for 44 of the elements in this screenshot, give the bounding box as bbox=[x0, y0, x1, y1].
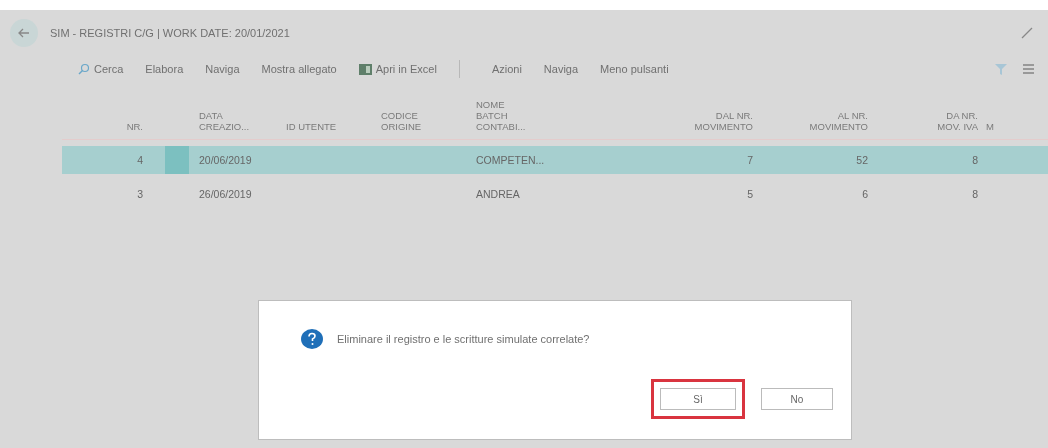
search-icon bbox=[78, 63, 90, 75]
toolbar-action[interactable]: Azioni bbox=[491, 63, 522, 75]
back-arrow-icon bbox=[18, 28, 30, 38]
back-button[interactable] bbox=[10, 19, 38, 47]
table-cell-text: ANDREA bbox=[475, 188, 521, 200]
page-title: SIM - REGISTRI C/G | WORK DATE: 20/01/2021 bbox=[50, 27, 291, 39]
table-cell-text: 8 bbox=[971, 154, 979, 166]
column-header[interactable]: CODICE ORIGINE bbox=[377, 111, 472, 133]
column-header[interactable]: NR. bbox=[62, 122, 147, 133]
dialog-button[interactable]: No bbox=[761, 388, 833, 410]
column-header[interactable]: NOME BATCH CONTABI... bbox=[472, 100, 567, 133]
toolbar-action[interactable]: Naviga bbox=[543, 63, 579, 75]
list-view-icon[interactable] bbox=[1023, 64, 1034, 74]
dialog-button[interactable]: Sì bbox=[660, 388, 736, 410]
column-header[interactable]: M bbox=[982, 122, 1040, 133]
column-header[interactable]: DATA CREAZIO... bbox=[195, 111, 282, 133]
filter-icon[interactable] bbox=[995, 63, 1007, 75]
question-icon bbox=[301, 329, 323, 349]
table-cell-text: 6 bbox=[861, 188, 869, 200]
expand-icon[interactable] bbox=[1020, 26, 1034, 40]
column-header[interactable]: DA NR. MOV. IVA bbox=[872, 111, 982, 133]
table-cell-text: 8 bbox=[971, 188, 979, 200]
table-cell-text: 20/06/2019 bbox=[198, 154, 253, 166]
column-header[interactable]: ID UTENTE bbox=[282, 122, 377, 133]
table-row[interactable]: 3 26/06/2019 ANDREA 5 6 8 bbox=[62, 180, 1048, 208]
toolbar-action[interactable]: Mostra allegato bbox=[261, 63, 337, 75]
column-header[interactable]: AL NR. MOVIMENTO bbox=[757, 111, 872, 133]
toolbar-action[interactable]: Apri in Excel bbox=[358, 63, 437, 75]
table-cell-text: 52 bbox=[855, 154, 869, 166]
toolbar-action[interactable]: Naviga bbox=[205, 63, 240, 75]
row-menu-button[interactable] bbox=[165, 146, 189, 174]
spreadsheet-icon bbox=[358, 63, 372, 75]
table-cell-text: 4 bbox=[136, 154, 144, 166]
column-header[interactable]: DAL NR. MOVIMENTO bbox=[567, 111, 757, 133]
table-cell-text: 7 bbox=[746, 154, 754, 166]
table-cell-text: 3 bbox=[136, 188, 144, 200]
dialog-message: Eliminare il registro e le scritture simulate correlate? bbox=[337, 333, 590, 345]
table-cell-text: 5 bbox=[746, 188, 754, 200]
toolbar-action[interactable]: Meno pulsanti bbox=[600, 63, 669, 75]
table-cell-text: COMPETEN... bbox=[475, 154, 546, 166]
table-row[interactable]: 4 20/06/2019 COMPETEN... 7 52 8 bbox=[62, 146, 1048, 174]
toolbar-action[interactable]: Elabora bbox=[145, 63, 184, 75]
toolbar-action[interactable]: Cerca bbox=[78, 63, 124, 75]
table-cell-text: 26/06/2019 bbox=[198, 188, 253, 200]
